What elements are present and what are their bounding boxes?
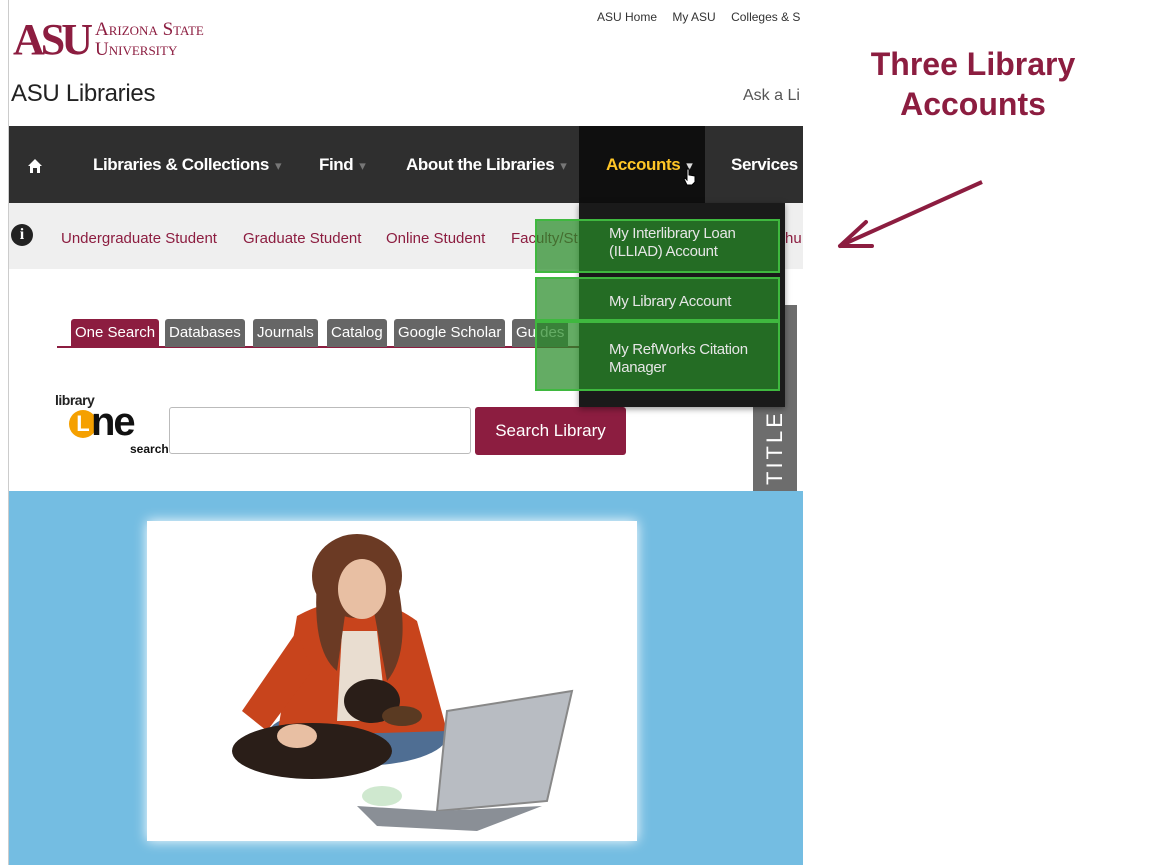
info-icon: i [11, 224, 33, 246]
library-one-search-logo: library L ne search [55, 392, 170, 458]
audience-link-partial[interactable]: hu [785, 230, 802, 247]
main-nav: Libraries & Collections ▾ Find ▾ About the… [9, 126, 803, 203]
nav-label: Libraries & Collections [93, 155, 269, 174]
chevron-down-icon: ▾ [359, 158, 366, 173]
tab-one-search[interactable]: One Search [71, 319, 160, 347]
nav-libraries-collections[interactable]: Libraries & Collections ▾ [93, 126, 282, 203]
hero-banner [9, 491, 803, 865]
menu-item-interlibrary-loan[interactable]: My Interlibrary Loan (ILLIAD) Account [535, 219, 780, 273]
nav-find[interactable]: Find ▾ [319, 126, 366, 203]
hand-cursor-icon [683, 168, 696, 186]
search-library-button[interactable]: Search Library [475, 407, 626, 455]
logo-search-text: search [130, 442, 169, 456]
hero-photo [147, 521, 637, 841]
audience-link-undergraduate[interactable]: Undergraduate Student [61, 230, 217, 247]
utility-links: ASU Home My ASU Colleges & S [597, 10, 803, 24]
menu-item-library-account[interactable]: My Library Account [535, 277, 780, 321]
nav-about[interactable]: About the Libraries ▾ [406, 126, 567, 203]
university-name-line2: University [95, 39, 178, 60]
university-name-line1: Arizona State [95, 19, 204, 40]
university-name: Arizona State University [95, 20, 204, 60]
chevron-down-icon: ▾ [560, 158, 567, 173]
audience-link-online[interactable]: Online Student [386, 230, 485, 247]
annotation-line2: Accounts [900, 86, 1046, 122]
student-with-dog-laptop-illustration [232, 534, 574, 831]
annotation-line1: Three Library [870, 46, 1076, 82]
chevron-down-icon: ▾ [274, 158, 282, 173]
audience-link-graduate[interactable]: Graduate Student [243, 230, 361, 247]
tab-catalog[interactable]: Catalog [327, 319, 387, 347]
tab-journals[interactable]: Journals [253, 319, 318, 347]
site-title[interactable]: ASU Libraries [11, 80, 155, 108]
asu-logo[interactable]: ASU Arizona State University [13, 14, 243, 64]
search-input[interactable] [169, 407, 471, 454]
search-tabs: One Search Databases Journals Catalog Go… [57, 318, 617, 348]
accounts-dropdown-menu: My Interlibrary Loan (ILLIAD) Account My… [535, 203, 785, 407]
home-icon [28, 158, 42, 173]
nav-label: Services [731, 155, 798, 174]
nav-home[interactable] [27, 126, 53, 203]
annotation-arrow-icon [838, 180, 983, 248]
tab-google-scholar[interactable]: Google Scholar [394, 319, 506, 347]
util-link-my-asu[interactable]: My ASU [672, 10, 715, 24]
title-side-tab-label: TITLE [762, 410, 787, 485]
util-link-asu-home[interactable]: ASU Home [597, 10, 657, 24]
logo-ne-text: ne [91, 400, 136, 444]
logo-library-text: library [55, 392, 95, 408]
util-link-colleges[interactable]: Colleges & S [731, 10, 800, 24]
nav-label: Find [319, 155, 354, 174]
browser-viewport: ASU Arizona State University ASU Librari… [8, 0, 803, 865]
nav-label: Accounts [606, 155, 681, 174]
nav-accounts[interactable]: Accounts ▾ [579, 126, 705, 203]
nav-label: About the Libraries [406, 155, 555, 174]
menu-item-refworks[interactable]: My RefWorks Citation Manager [535, 321, 780, 391]
asu-logo-mark: ASU [13, 15, 93, 64]
nav-services[interactable]: Services [731, 126, 798, 203]
ask-a-librarian-link[interactable]: Ask a Li [743, 87, 800, 105]
annotation-callout: Three Library Accounts [828, 44, 1118, 124]
tab-databases[interactable]: Databases [165, 319, 245, 347]
